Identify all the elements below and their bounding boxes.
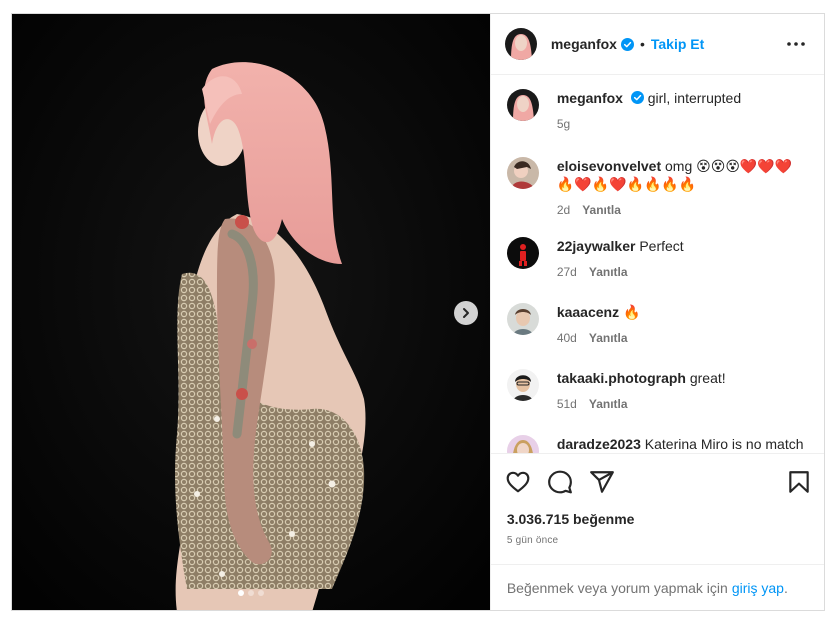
reply-button[interactable]: Yanıtla <box>589 263 628 281</box>
chevron-right-icon <box>463 308 469 318</box>
avatar[interactable] <box>506 369 539 401</box>
comment-row: takaaki.photograph great! 51d Yanıtla <box>506 369 808 413</box>
comment-username[interactable]: takaaki.photograph <box>557 370 686 386</box>
comment-username[interactable]: 22jaywalker <box>557 238 636 254</box>
heart-icon <box>506 471 530 492</box>
carousel-indicator <box>12 590 490 596</box>
carousel-dot-2 <box>247 590 254 596</box>
more-horizontal-icon <box>787 42 805 46</box>
bookmark-icon <box>789 470 809 493</box>
avatar[interactable] <box>506 435 539 453</box>
post-header: meganfox • Takip Et <box>490 14 824 75</box>
comment-username[interactable]: eloisevonvelvet <box>557 158 661 174</box>
caption-text: girl, interrupted <box>647 90 742 106</box>
post-sidebar: meganfox • Takip Et meganfox girl, inter… <box>489 14 824 610</box>
avatar[interactable] <box>506 237 539 269</box>
post-photo <box>12 14 490 610</box>
login-prompt: Beğenmek veya yorum yapmak için giriş ya… <box>490 564 824 610</box>
comment-username[interactable]: daradze2023 <box>557 436 641 452</box>
follow-button[interactable]: Takip Et <box>651 36 704 52</box>
avatar[interactable] <box>506 157 539 189</box>
login-link[interactable]: giriş yap <box>732 580 784 596</box>
comment-row: eloisevonvelvet omg 😵😵😵❤️❤️❤️🔥❤️🔥❤️🔥🔥🔥🔥 … <box>506 157 808 219</box>
comment-row: 22jaywalker Perfect 27d Yanıtla <box>506 237 808 281</box>
avatar[interactable] <box>506 89 539 121</box>
login-prompt-suffix: . <box>783 579 788 596</box>
comment-age: 40d <box>556 331 577 345</box>
share-button[interactable] <box>589 469 615 495</box>
post-time: 5 gün önce <box>506 535 559 546</box>
verified-badge-icon <box>620 37 634 51</box>
next-slide-button[interactable] <box>454 301 478 325</box>
verified-badge-icon <box>630 91 644 104</box>
likes-count[interactable]: 3.036.715 beğenme <box>491 511 824 527</box>
comment-row: kaaacenz 🔥 40d Yanıtla <box>506 303 808 347</box>
reply-button[interactable]: Yanıtla <box>589 395 628 413</box>
more-options-button[interactable] <box>784 32 808 56</box>
post-modal: meganfox • Takip Et meganfox girl, inter… <box>11 13 825 611</box>
reply-button[interactable]: Yanıtla <box>589 329 628 347</box>
comment-username[interactable]: kaaacenz <box>557 304 619 320</box>
comment-age: 51d <box>556 397 577 411</box>
comments-list[interactable]: meganfox girl, interrupted 5g eloisevonv… <box>491 75 824 453</box>
header-username[interactable]: meganfox <box>551 36 617 52</box>
avatar[interactable] <box>504 28 537 60</box>
carousel-dot-1 <box>237 590 244 596</box>
carousel-dot-3 <box>257 590 264 596</box>
avatar[interactable] <box>506 303 539 335</box>
comment-age: 2d <box>556 203 571 217</box>
save-button[interactable] <box>786 469 812 495</box>
comment-age: 27d <box>556 265 577 279</box>
header-separator: • <box>639 36 645 52</box>
caption-username[interactable]: meganfox <box>557 90 623 106</box>
comment-button[interactable] <box>547 469 573 495</box>
comment-text: Perfect <box>639 238 684 254</box>
caption-age: 5g <box>556 117 571 131</box>
login-prompt-text: Beğenmek veya yorum yapmak için <box>506 579 728 596</box>
like-button[interactable] <box>505 469 531 495</box>
comment-icon <box>547 470 572 493</box>
comment-row: daradze2023 Katerina Miro is no match fo… <box>506 435 808 453</box>
send-icon <box>589 470 614 493</box>
comment-text: 🔥 <box>623 304 641 320</box>
post-actions <box>490 453 824 509</box>
comment-text: great! <box>689 370 726 386</box>
reply-button[interactable]: Yanıtla <box>582 201 621 219</box>
caption-row: meganfox girl, interrupted 5g <box>506 89 808 133</box>
post-media[interactable] <box>12 14 490 610</box>
